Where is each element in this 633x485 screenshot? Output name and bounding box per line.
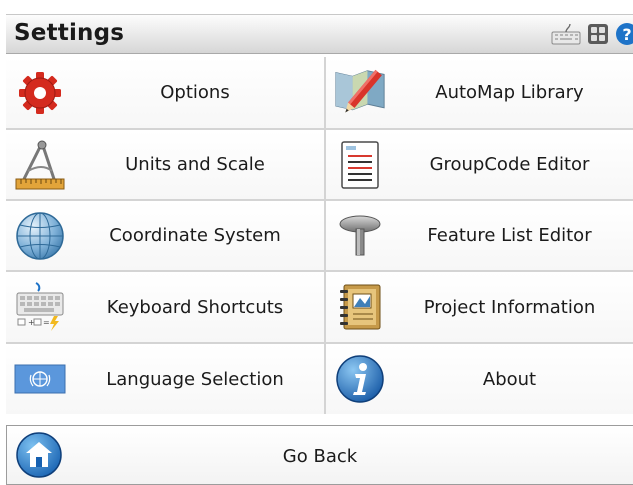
grid-tiles-icon[interactable] — [587, 23, 609, 50]
help-icon[interactable]: ? — [615, 22, 633, 51]
menu-item-label: Language Selection — [106, 368, 284, 390]
menu-item-label: Keyboard Shortcuts — [106, 296, 284, 318]
info-icon — [334, 353, 386, 405]
go-back-button[interactable]: Go Back — [6, 425, 633, 485]
menu-item-label: GroupCode Editor — [429, 154, 590, 175]
menu-item-keyboard-shortcuts[interactable]: + = Keyboard Shortcuts — [6, 272, 324, 342]
map-pencil-icon — [334, 67, 386, 119]
settings-window: Settings ? Options AutoMap Library Units… — [0, 0, 633, 485]
title-bar-icons: ? — [551, 22, 633, 51]
red-gear-icon — [14, 67, 66, 119]
keyboard-icon[interactable] — [551, 23, 581, 50]
menu-item-units-and-scale[interactable]: Units and Scale — [6, 130, 324, 199]
menu-item-groupcode-editor[interactable]: GroupCode Editor — [326, 130, 633, 199]
menu-item-coordinate-system[interactable]: Coordinate System — [6, 201, 324, 270]
notebook-icon — [334, 281, 386, 333]
page-title: Settings — [14, 20, 125, 46]
globe-icon — [14, 210, 66, 262]
menu-item-language-selection[interactable]: Language Selection — [6, 344, 324, 414]
menu-item-options[interactable]: Options — [6, 57, 324, 128]
menu-item-automap-library[interactable]: AutoMap Library — [326, 57, 633, 128]
menu-item-label: AutoMap Library — [435, 82, 584, 103]
un-flag-icon — [14, 353, 66, 405]
pin-icon — [334, 210, 386, 262]
title-bar: Settings ? — [6, 14, 633, 54]
go-back-label: Go Back — [282, 446, 358, 467]
menu-item-label: Coordinate System — [109, 225, 281, 246]
menu-item-label: About — [482, 368, 537, 390]
menu-item-feature-list-editor[interactable]: Feature List Editor — [326, 201, 633, 270]
menu-item-label: Units and Scale — [125, 154, 265, 175]
svg-text:?: ? — [622, 25, 631, 44]
menu-item-about[interactable]: About — [326, 344, 633, 414]
document-list-icon — [334, 139, 386, 191]
svg-text:=: = — [43, 318, 50, 327]
settings-grid: Options AutoMap Library Units and Scale … — [6, 57, 633, 414]
compass-ruler-icon — [14, 139, 66, 191]
menu-item-label: Project Information — [423, 296, 596, 318]
menu-item-project-information[interactable]: Project Information — [326, 272, 633, 342]
keyboard-shortcut-icon: + = — [14, 281, 66, 333]
menu-item-label: Options — [160, 82, 230, 103]
menu-item-label: Feature List Editor — [427, 225, 592, 246]
